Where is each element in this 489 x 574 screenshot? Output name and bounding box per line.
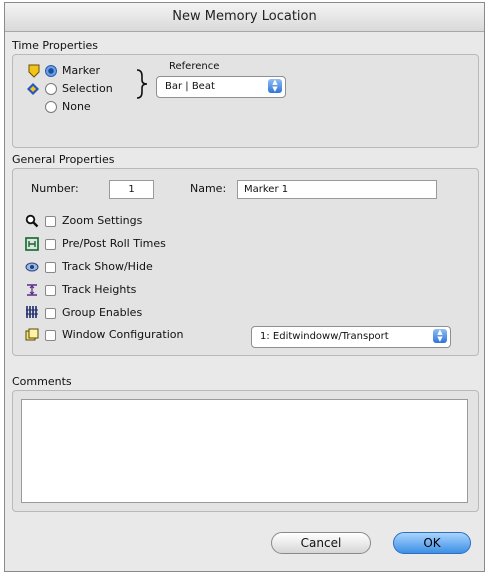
- time-properties-label: Time Properties: [12, 39, 99, 52]
- none-label: None: [62, 100, 91, 113]
- zoom-settings-checkbox[interactable]: [45, 216, 56, 227]
- general-properties-group: Number: 1 Name: Marker 1 Zoom Settings P…: [12, 168, 479, 356]
- brace-icon: [136, 69, 148, 99]
- window-configuration-label: Window Configuration: [62, 328, 184, 341]
- zoom-settings-label: Zoom Settings: [62, 214, 143, 227]
- eye-icon: [25, 262, 39, 272]
- pre-post-roll-checkbox[interactable]: [45, 239, 56, 250]
- ok-button[interactable]: OK: [393, 532, 471, 554]
- selection-diamond-icon: [27, 83, 39, 95]
- track-heights-icon: [27, 284, 37, 296]
- selection-radio[interactable]: [45, 83, 57, 95]
- comments-label: Comments: [12, 375, 72, 388]
- marker-shield-icon: [28, 64, 40, 78]
- group-enables-checkbox[interactable]: [45, 308, 56, 319]
- track-heights-checkbox[interactable]: [45, 285, 56, 296]
- number-label: Number:: [31, 182, 79, 195]
- selection-label: Selection: [62, 82, 113, 95]
- time-properties-group: Marker Selection None Reference Bar | Be…: [12, 54, 479, 148]
- window-title: New Memory Location: [5, 3, 484, 32]
- track-show-hide-label: Track Show/Hide: [62, 260, 153, 273]
- reference-label: Reference: [169, 61, 220, 72]
- marker-label: Marker: [62, 64, 101, 77]
- magnifier-icon: [25, 214, 39, 228]
- marker-radio[interactable]: [45, 65, 57, 77]
- popup-arrows-icon: ▲ ▼: [268, 79, 282, 93]
- name-label: Name:: [190, 182, 227, 195]
- name-field[interactable]: Marker 1: [237, 180, 437, 199]
- track-show-hide-checkbox[interactable]: [45, 262, 56, 273]
- group-enables-icon: [26, 306, 38, 318]
- pre-post-roll-label: Pre/Post Roll Times: [62, 237, 166, 250]
- track-heights-label: Track Heights: [62, 283, 137, 296]
- pre-post-roll-icon: [25, 237, 39, 251]
- reference-value: Bar | Beat: [165, 81, 215, 92]
- popup-arrows-icon: ▲ ▼: [433, 329, 447, 343]
- window-configuration-popup[interactable]: 1: Editwindoww/Transport ▲ ▼: [251, 326, 451, 348]
- dialog-window: New Memory Location Time Properties Mark…: [4, 2, 485, 572]
- window-configuration-value: 1: Editwindoww/Transport: [260, 331, 389, 342]
- general-properties-label: General Properties: [12, 153, 115, 166]
- none-radio[interactable]: [45, 101, 57, 113]
- number-field[interactable]: 1: [109, 180, 154, 199]
- window-config-icon: [25, 328, 39, 341]
- cancel-button[interactable]: Cancel: [271, 532, 371, 554]
- comments-group: [12, 390, 479, 512]
- comments-textarea[interactable]: [21, 399, 468, 503]
- window-configuration-checkbox[interactable]: [45, 330, 56, 341]
- group-enables-label: Group Enables: [62, 306, 143, 319]
- reference-popup[interactable]: Bar | Beat ▲ ▼: [156, 76, 286, 98]
